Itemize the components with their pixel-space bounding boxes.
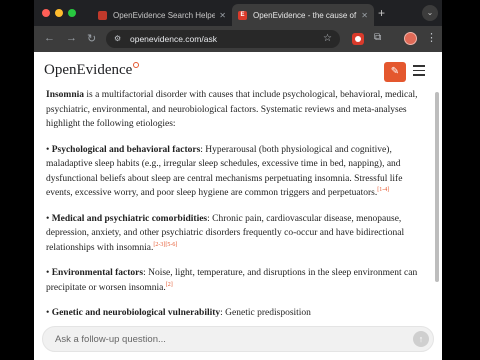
more-menu-icon[interactable]: ⋮ xyxy=(426,31,437,44)
tab-strip: OpenEvidence Search Helper ✕ E OpenEvide… xyxy=(34,0,442,26)
profile-avatar[interactable] xyxy=(404,32,417,45)
maximize-window-button[interactable] xyxy=(68,9,76,17)
item-term: Environmental factors xyxy=(51,268,144,278)
citation-link[interactable]: [2] xyxy=(166,281,173,287)
openevidence-logo[interactable]: OpenEvidence xyxy=(44,62,140,79)
new-tab-icon[interactable]: + xyxy=(378,6,385,20)
tab-openevidence[interactable]: E OpenEvidence - the cause of ✕ xyxy=(232,4,374,26)
tab-search-icon[interactable]: ⌄ xyxy=(422,5,438,21)
back-icon[interactable]: ← xyxy=(44,32,55,44)
item-term: Medical and psychiatric comorbidities xyxy=(51,213,208,224)
reload-icon[interactable]: ↻ xyxy=(87,32,96,45)
tab-search-helper[interactable]: OpenEvidence Search Helper ✕ xyxy=(92,4,232,26)
close-icon[interactable]: ✕ xyxy=(219,11,226,20)
close-window-button[interactable] xyxy=(42,9,50,17)
answer-article: Insomnia is a multifactorial disorder wi… xyxy=(46,88,430,332)
bookmark-star-icon[interactable]: ☆ xyxy=(323,33,332,44)
forward-icon[interactable]: → xyxy=(66,32,77,44)
video-frame: OpenEvidence Search Helper ✕ E OpenEvide… xyxy=(0,0,480,360)
address-bar[interactable]: ⚙ openevidence.com/ask ☆ xyxy=(106,30,340,48)
window-controls xyxy=(42,9,76,17)
tab-favicon-icon xyxy=(98,10,107,20)
tab-favicon-icon: E xyxy=(238,10,247,20)
followup-input[interactable] xyxy=(55,333,395,345)
extension-icon[interactable] xyxy=(352,33,364,45)
url-text: openevidence.com/ask xyxy=(130,34,217,44)
browser-toolbar: ← → ↻ ⚙ openevidence.com/ask ☆ ⧉ ⋮ xyxy=(34,26,442,52)
send-arrow-icon[interactable]: ↑ xyxy=(413,331,429,347)
new-question-button[interactable]: ✎ xyxy=(384,62,406,82)
intro-text: is a multifactorial disorder with causes… xyxy=(46,90,418,129)
browser-window: OpenEvidence Search Helper ✕ E OpenEvide… xyxy=(34,0,442,360)
citation-link[interactable]: [1-4] xyxy=(377,187,389,193)
list-item: • Environmental factors: Noise, light, t… xyxy=(46,268,418,293)
tab-title: OpenEvidence - the cause of xyxy=(253,10,357,20)
list-item: • Medical and psychiatric comorbidities:… xyxy=(46,213,405,253)
hamburger-menu-icon[interactable] xyxy=(413,65,425,79)
item-term: Psychological and behavioral factors xyxy=(51,144,201,155)
followup-bar: ↑ xyxy=(42,326,434,352)
intro-term: Insomnia xyxy=(46,90,85,100)
list-item: • Psychological and behavioral factors: … xyxy=(46,144,403,199)
citation-link[interactable]: [2-3][5-6] xyxy=(153,241,177,247)
page-scrollbar[interactable] xyxy=(435,92,439,282)
page-content: OpenEvidence ✎ Insomnia is a multifactor… xyxy=(34,52,442,360)
intro-paragraph: Insomnia is a multifactorial disorder wi… xyxy=(46,88,430,132)
minimize-window-button[interactable] xyxy=(55,9,63,17)
logo-mark-icon xyxy=(133,62,140,68)
tab-title: OpenEvidence Search Helper xyxy=(113,10,216,20)
logo-text: OpenEvidence xyxy=(44,62,133,78)
edit-icon: ✎ xyxy=(390,66,400,77)
close-icon[interactable]: ✕ xyxy=(361,11,368,20)
site-info-icon[interactable]: ⚙ xyxy=(114,34,124,44)
extensions-puzzle-icon[interactable]: ⧉ xyxy=(374,32,381,43)
